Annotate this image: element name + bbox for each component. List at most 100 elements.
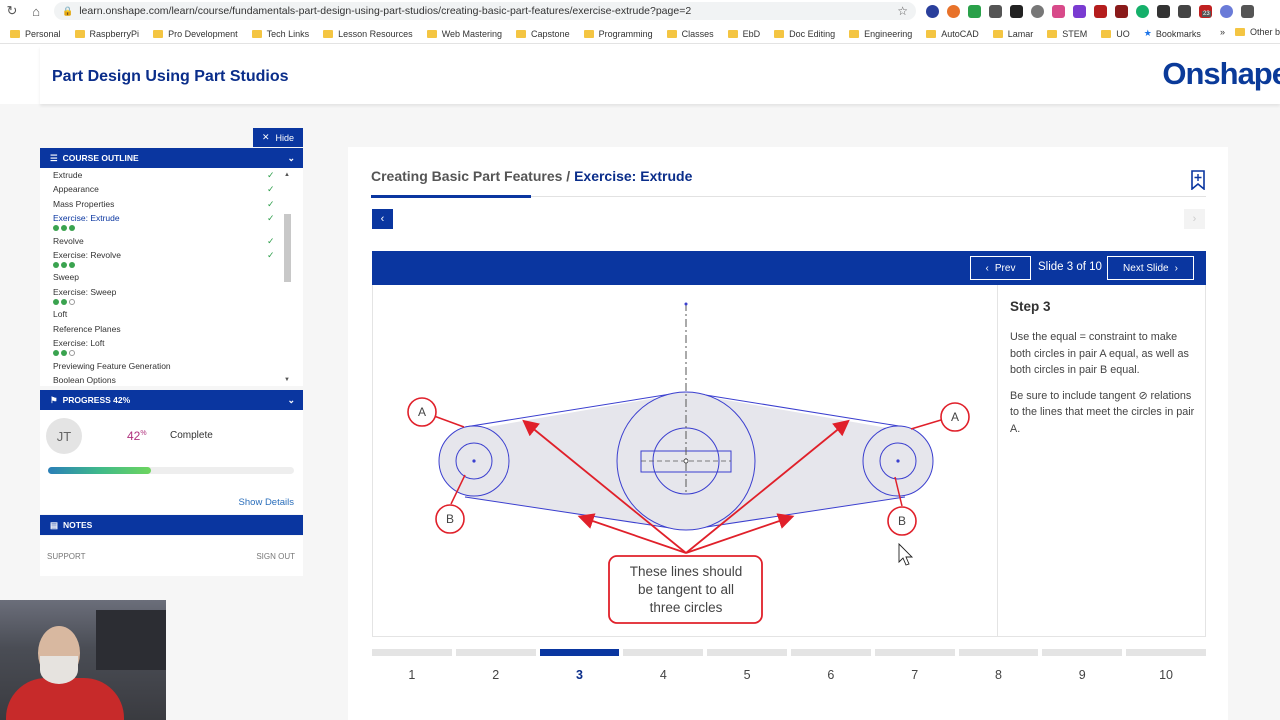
outline-item[interactable]: Exercise: Loft bbox=[53, 338, 105, 348]
bookmark-doc-editing[interactable]: Doc Editing bbox=[774, 29, 835, 39]
outline-item[interactable]: Sweep bbox=[53, 272, 79, 282]
scroll-up-arrow-icon[interactable]: ▲ bbox=[284, 172, 290, 178]
bookmark-autocad[interactable]: AutoCAD bbox=[926, 29, 979, 39]
page-5-button[interactable]: 5 bbox=[707, 649, 787, 689]
extension-pink-icon[interactable] bbox=[1052, 4, 1065, 18]
bookmark-tech-links[interactable]: Tech Links bbox=[251, 29, 309, 39]
scroll-down-arrow-icon[interactable]: ▼ bbox=[284, 377, 290, 383]
exercise-progress-dots bbox=[53, 298, 75, 305]
extension-red-icon[interactable] bbox=[1115, 4, 1128, 18]
course-outline-title: COURSE OUTLINE bbox=[62, 153, 139, 163]
outline-item[interactable]: Loft bbox=[53, 309, 67, 319]
bookmark-engineering[interactable]: Engineering bbox=[849, 29, 912, 39]
extensions-puzzle-icon[interactable] bbox=[1241, 4, 1254, 18]
scroll-thumb[interactable] bbox=[284, 214, 291, 282]
progress-bar bbox=[48, 467, 294, 474]
extension-orange-icon[interactable] bbox=[947, 4, 960, 18]
outline-item[interactable]: Previewing Feature Generation bbox=[53, 361, 171, 371]
chevron-down-icon[interactable]: ⌄ bbox=[287, 395, 295, 406]
bookmark-ebd[interactable]: EbD bbox=[727, 29, 760, 39]
progress-header[interactable]: ⚑ PROGRESS 42% ⌄ bbox=[40, 390, 303, 410]
extension-circle-icon[interactable] bbox=[1031, 4, 1044, 18]
page-3-button[interactable]: 3 bbox=[539, 649, 620, 689]
pdf-icon[interactable] bbox=[1094, 4, 1107, 18]
bookmark-pro-development[interactable]: Pro Development bbox=[153, 29, 238, 39]
extension-k-icon[interactable] bbox=[926, 4, 939, 18]
outline-item[interactable]: Boolean Options bbox=[53, 375, 116, 385]
bookmark-capstone[interactable]: Capstone bbox=[516, 29, 570, 39]
page-indicator-bar bbox=[1126, 649, 1206, 656]
outline-item[interactable]: Exercise: Extrude bbox=[53, 213, 120, 223]
breadcrumb-parent[interactable]: Creating Basic Part Features / bbox=[371, 168, 570, 184]
outline-item[interactable]: Revolve bbox=[53, 236, 84, 246]
bookmark-personal[interactable]: Personal bbox=[10, 29, 61, 39]
outline-scrollbar[interactable]: ▲ ▼ bbox=[284, 172, 291, 383]
bookmark-star-icon[interactable]: ☆ bbox=[897, 4, 908, 18]
notes-header[interactable]: ▤ NOTES bbox=[40, 515, 303, 535]
hide-label: Hide bbox=[275, 132, 295, 143]
bookmark-classes[interactable]: Classes bbox=[666, 29, 714, 39]
extension-bird-icon[interactable] bbox=[989, 4, 1002, 18]
page-1-button[interactable]: 1 bbox=[372, 649, 452, 689]
gmail-icon[interactable]: 23 bbox=[1199, 4, 1212, 18]
filled-dot bbox=[61, 261, 67, 268]
webcam-background-shelf bbox=[96, 610, 166, 670]
extension-dark-icon[interactable] bbox=[1010, 4, 1023, 18]
extension-bookmark-icon[interactable] bbox=[1178, 4, 1191, 18]
page-2-button[interactable]: 2 bbox=[455, 649, 536, 689]
page-indicator-bar bbox=[623, 649, 704, 656]
extension-gear-icon[interactable] bbox=[1220, 4, 1233, 18]
bookmark-stem[interactable]: STEM bbox=[1047, 29, 1087, 39]
reload-icon[interactable]: ↻ bbox=[0, 3, 24, 19]
step-paragraph-2: Be sure to include tangent ⊘ relations t… bbox=[1010, 389, 1195, 435]
page-8-button[interactable]: 8 bbox=[958, 649, 1039, 689]
outline-item[interactable]: Exercise: Revolve bbox=[53, 250, 121, 260]
support-row: SUPPORT SIGN OUT bbox=[40, 536, 303, 576]
page-9-button[interactable]: 9 bbox=[1042, 649, 1123, 689]
support-link[interactable]: SUPPORT bbox=[47, 552, 86, 561]
bookmarks-more-chevron[interactable]: » bbox=[1220, 27, 1225, 37]
page-7-button[interactable]: 7 bbox=[874, 649, 955, 689]
bookmark-icon[interactable] bbox=[1191, 170, 1205, 190]
hide-sidebar-button[interactable]: ✕ Hide bbox=[253, 128, 303, 147]
bookmark-raspberrypi[interactable]: RaspberryPi bbox=[74, 29, 139, 39]
outline-item[interactable]: Reference Planes bbox=[53, 324, 121, 334]
bookmark-lamar[interactable]: Lamar bbox=[992, 29, 1033, 39]
extension-reader-icon[interactable] bbox=[1157, 4, 1170, 18]
prev-button[interactable]: ‹ Prev bbox=[970, 256, 1031, 280]
bookmark-web-mastering[interactable]: Web Mastering bbox=[426, 29, 502, 39]
callout-a-left-label: A bbox=[418, 405, 426, 419]
home-icon[interactable]: ⌂ bbox=[24, 4, 48, 19]
bookmark-label: Doc Editing bbox=[789, 28, 836, 39]
other-bookmarks[interactable]: Other b bbox=[1234, 27, 1280, 37]
webcam-person-beard bbox=[40, 656, 78, 684]
bookmark-label: UO bbox=[1116, 28, 1130, 39]
outline-item[interactable]: Mass Properties bbox=[53, 199, 114, 209]
bookmark-bookmarks[interactable]: ★ Bookmarks bbox=[1144, 28, 1201, 39]
page-10-button[interactable]: 10 bbox=[1126, 649, 1206, 689]
page-6-button[interactable]: 6 bbox=[790, 649, 871, 689]
folder-icon bbox=[1234, 28, 1245, 36]
bookmark-lesson-resources[interactable]: Lesson Resources bbox=[323, 29, 413, 39]
grammarly-icon[interactable] bbox=[1136, 4, 1149, 18]
extension-purple-icon[interactable] bbox=[1073, 4, 1086, 18]
outline-item[interactable]: Exercise: Sweep bbox=[53, 287, 116, 297]
outline-item[interactable]: Extrude bbox=[53, 170, 82, 180]
webcam-overlay bbox=[0, 600, 166, 720]
outline-item[interactable]: Appearance bbox=[53, 184, 99, 194]
chevron-down-icon[interactable]: ⌄ bbox=[287, 153, 295, 164]
address-bar[interactable]: 🔒 learn.onshape.com/learn/course/fundame… bbox=[54, 2, 916, 20]
page-4-button[interactable]: 4 bbox=[623, 649, 704, 689]
bookmark-uo[interactable]: UO bbox=[1101, 29, 1130, 39]
evernote-icon[interactable] bbox=[968, 4, 981, 18]
next-slide-button[interactable]: Next Slide › bbox=[1107, 256, 1194, 280]
back-button[interactable]: ‹ bbox=[372, 209, 393, 229]
bookmark-programming[interactable]: Programming bbox=[583, 29, 653, 39]
folder-icon bbox=[992, 29, 1003, 38]
sign-out-link[interactable]: SIGN OUT bbox=[256, 552, 295, 561]
course-outline-header[interactable]: ☰ COURSE OUTLINE ⌄ bbox=[40, 148, 303, 168]
onshape-logo[interactable]: Onshape bbox=[1162, 56, 1280, 92]
forward-button[interactable]: › bbox=[1184, 209, 1205, 229]
show-details-link[interactable]: Show Details bbox=[239, 497, 294, 508]
axis-end-point bbox=[684, 302, 688, 306]
